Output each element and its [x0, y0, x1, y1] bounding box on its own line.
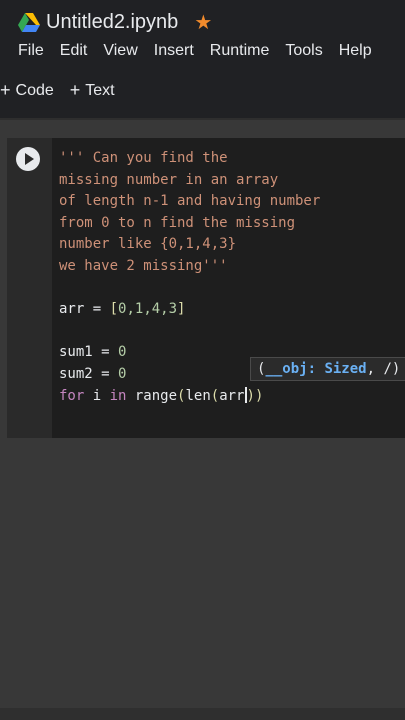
code-line-arr: arr = [0,1,4,3] [59, 301, 186, 318]
cell-gutter [7, 138, 52, 438]
plus-icon: + [69, 80, 81, 100]
tooltip-param: __obj: Sized [265, 361, 367, 377]
notebook-title[interactable]: Untitled2.ipynb [46, 11, 178, 34]
code-line: from 0 to n find the missing [59, 214, 296, 231]
run-cell-button[interactable] [16, 147, 40, 171]
notebook-header: Untitled2.ipynb ★ File Edit View Insert … [0, 0, 405, 120]
google-drive-icon [18, 13, 40, 32]
menu-file[interactable]: File [18, 42, 44, 60]
add-text-label: Text [85, 81, 115, 99]
signature-tooltip: (__obj: Sized, /) [250, 357, 405, 381]
menu-tools[interactable]: Tools [285, 42, 322, 60]
code-line: we have 2 missing''' [59, 257, 228, 274]
menu-runtime[interactable]: Runtime [210, 42, 270, 60]
menu-edit[interactable]: Edit [60, 42, 88, 60]
menu-bar: File Edit View Insert Runtime Tools Help [18, 42, 388, 60]
menu-insert[interactable]: Insert [154, 42, 194, 60]
menu-help[interactable]: Help [339, 42, 372, 60]
add-code-label: Code [15, 81, 54, 99]
code-line: ''' Can you find the [59, 150, 228, 166]
bottom-bar [0, 708, 405, 720]
code-line-sum1: sum1 = 0 [59, 344, 127, 361]
title-row: Untitled2.ipynb ★ [18, 8, 212, 36]
code-line: number like {0,1,4,3} [59, 236, 237, 253]
code-line: of length n-1 and having number [59, 193, 321, 210]
code-line: missing number in an array [59, 171, 279, 188]
header-divider [0, 118, 405, 120]
menu-view[interactable]: View [103, 42, 137, 60]
code-line-sum2: sum2 = 0 [59, 365, 127, 382]
add-text-button[interactable]: + Text [70, 80, 115, 101]
plus-icon: + [0, 80, 11, 100]
code-line-for: for i in range(len(arr)) [59, 386, 264, 404]
toolbar: + Code + Text [0, 80, 131, 101]
code-cell[interactable]: ''' Can you find the missing number in a… [7, 138, 405, 438]
add-code-button[interactable]: + Code [0, 80, 54, 101]
star-icon[interactable]: ★ [194, 10, 212, 35]
